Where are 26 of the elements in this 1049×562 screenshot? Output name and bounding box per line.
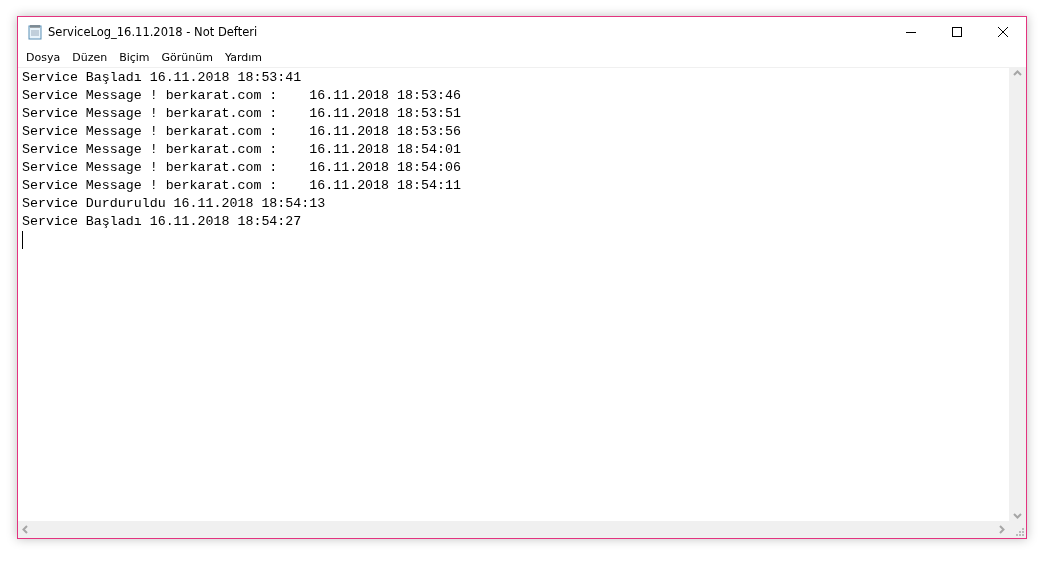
text-line: Service Message ! berkarat.com : 16.11.2018 18:54:01	[22, 141, 461, 159]
text-line: Service Message ! berkarat.com : 16.11.2018 18:53:46	[22, 87, 461, 105]
text-cursor	[22, 231, 23, 249]
scroll-left-icon[interactable]	[22, 525, 28, 534]
text-line: Service Message ! berkarat.com : 16.11.2018 18:54:11	[22, 177, 461, 195]
text-line: Service Başladı 16.11.2018 18:54:27	[22, 213, 302, 231]
maximize-icon	[952, 27, 962, 37]
menu-item[interactable]: Görünüm	[155, 48, 219, 66]
text-line: Service Message ! berkarat.com : 16.11.2018 18:54:06	[22, 159, 461, 177]
menu-item[interactable]: Dosya	[20, 48, 67, 66]
scroll-right-icon[interactable]	[999, 525, 1005, 534]
menu-item[interactable]: Düzen	[66, 48, 114, 66]
text-line: Service Başladı 16.11.2018 18:53:41	[22, 69, 302, 87]
vertical-scrollbar[interactable]	[1009, 68, 1026, 521]
resize-grip-icon[interactable]	[1015, 527, 1024, 536]
text-line: Service Message ! berkarat.com : 16.11.2018 18:53:56	[22, 123, 461, 141]
scroll-up-icon[interactable]	[1013, 70, 1022, 76]
horizontal-scrollbar[interactable]	[18, 521, 1009, 538]
menu-item[interactable]: Yardım	[219, 48, 269, 66]
text-line: Service Durduruldu 16.11.2018 18:54:13	[22, 195, 326, 213]
text-line: Service Message ! berkarat.com : 16.11.2018 18:53:51	[22, 105, 461, 123]
window-title: ServiceLog_16.11.2018 - Not Defteri	[48, 25, 259, 39]
close-icon	[998, 27, 1008, 37]
notepad-icon	[28, 24, 42, 40]
scroll-down-icon[interactable]	[1013, 513, 1022, 519]
menu-item[interactable]: Biçim	[113, 48, 156, 66]
